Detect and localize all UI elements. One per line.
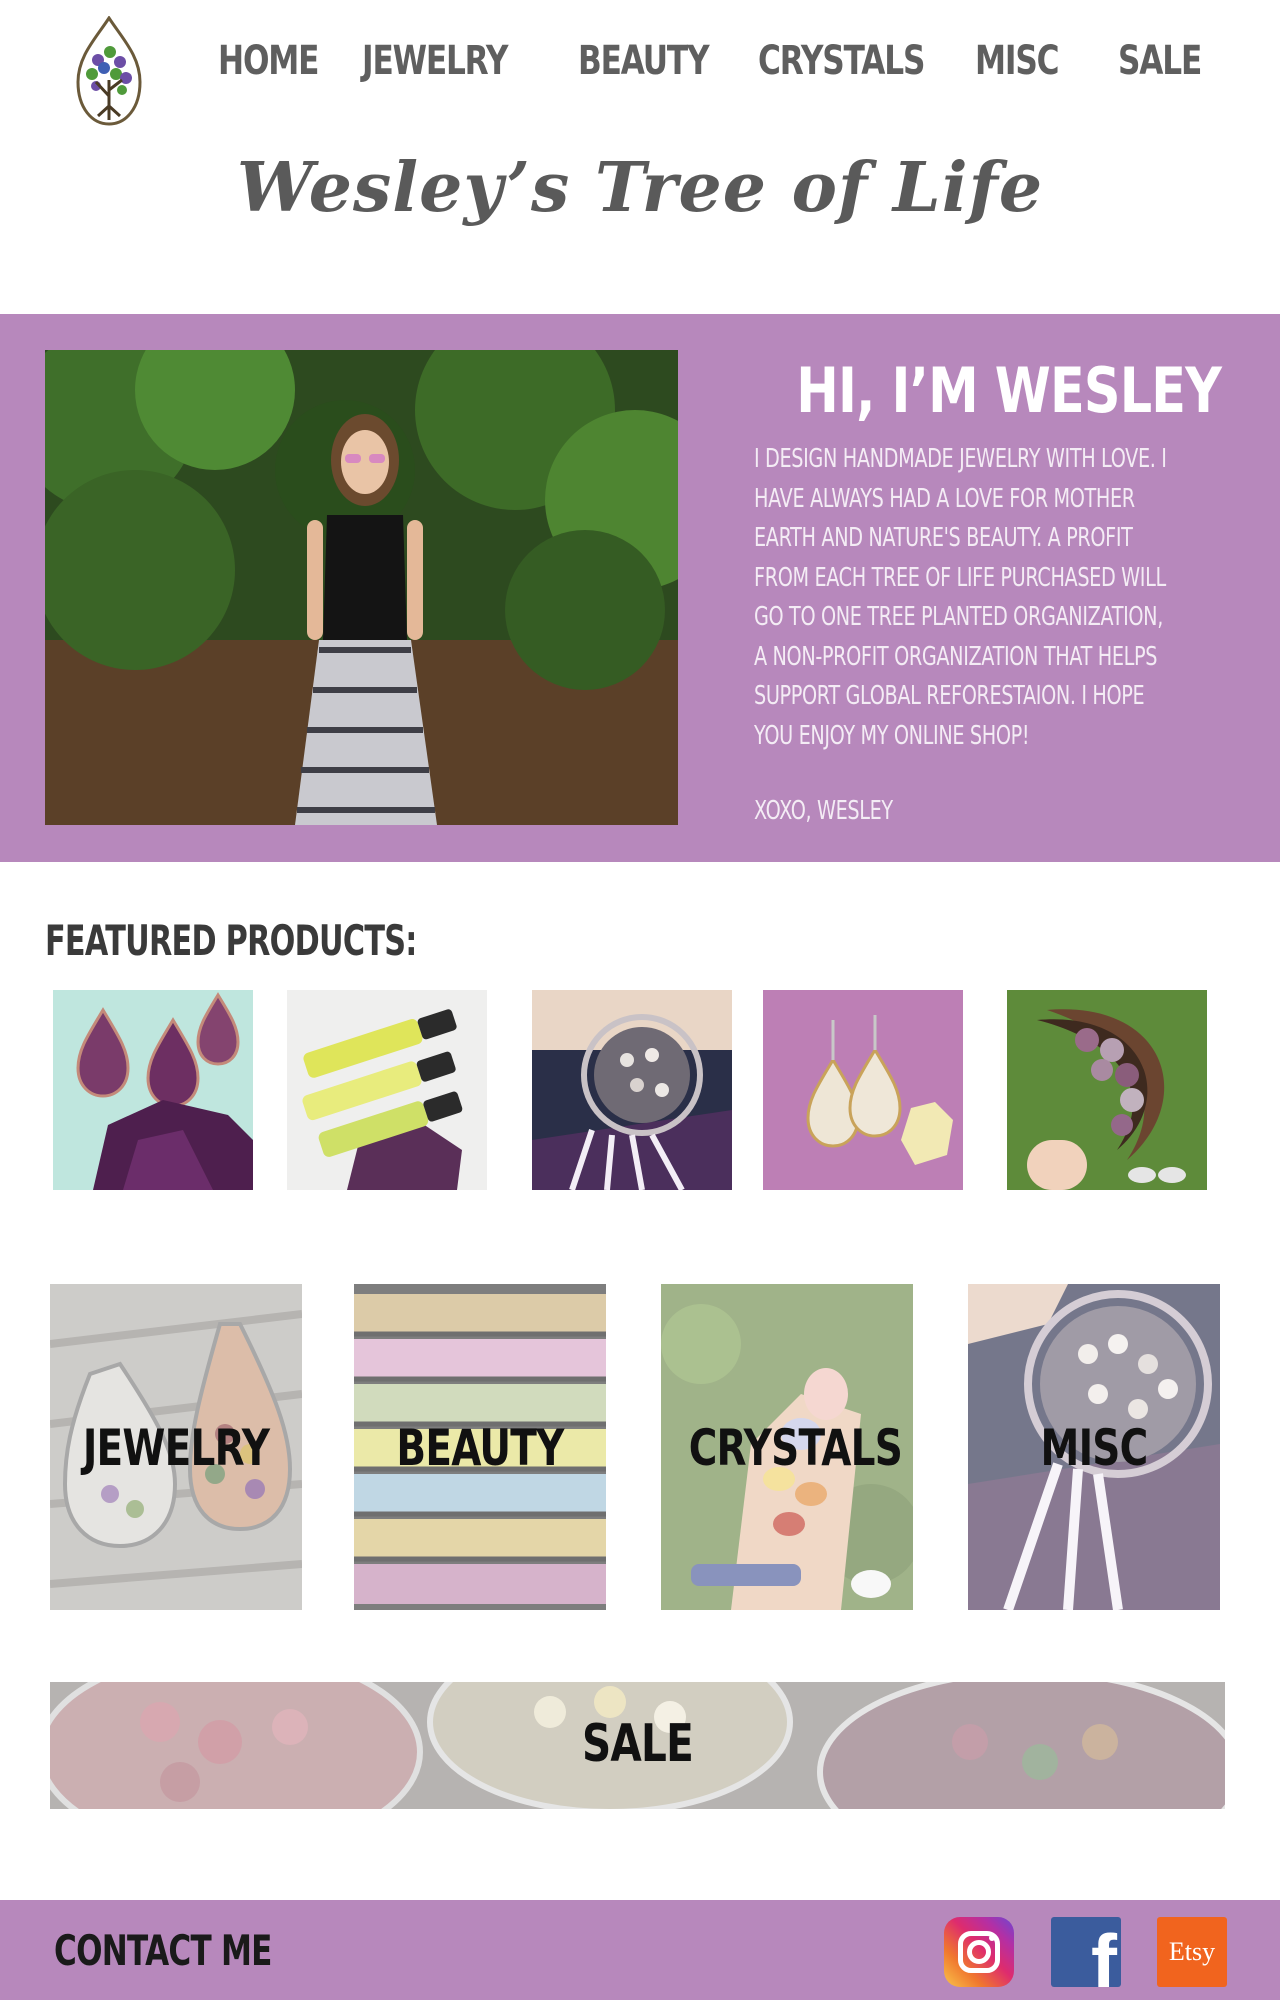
sale-label: SALE	[581, 1714, 694, 1774]
main-nav: HOME JEWELRY BEAUTY CRYSTALS MISC SALE	[0, 36, 1280, 86]
featured-product-3[interactable]	[532, 990, 732, 1190]
category-beauty[interactable]: BEAUTY	[354, 1284, 606, 1610]
category-jewelry[interactable]: JEWELRY	[50, 1284, 302, 1610]
nav-sale[interactable]: SALE	[1118, 36, 1202, 86]
nav-jewelry[interactable]: JEWELRY	[362, 36, 508, 86]
nav-home[interactable]: HOME	[218, 36, 319, 86]
featured-product-2[interactable]	[287, 990, 487, 1190]
instagram-dot	[989, 1935, 995, 1941]
nav-misc[interactable]: MISC	[975, 36, 1060, 86]
hero-signoff: xoxo, Wesley	[754, 796, 893, 826]
facebook-icon[interactable]: f	[1051, 1917, 1121, 1987]
etsy-glyph: Etsy	[1168, 1937, 1216, 1966]
hero-body: I design handmade jewelry with love. I h…	[754, 444, 1167, 751]
category-crystals[interactable]: CRYSTALS	[661, 1284, 913, 1610]
category-label-jewelry: JEWELRY	[82, 1419, 270, 1477]
etsy-icon[interactable]: Etsy	[1157, 1917, 1227, 1987]
contact-me-link[interactable]: CONTACT ME	[54, 1926, 272, 1975]
featured-product-5[interactable]	[1007, 990, 1207, 1190]
site-title: Wesley’s Tree of Life	[236, 148, 1044, 228]
footer: CONTACT ME f Etsy	[0, 1900, 1280, 2000]
category-label-misc: MISC	[1040, 1419, 1149, 1477]
featured-product-1[interactable]	[53, 990, 253, 1190]
facebook-glyph: f	[1091, 1918, 1117, 1987]
hero-heading: HI, I’M WESLEY	[796, 354, 1222, 427]
instagram-icon[interactable]	[944, 1917, 1014, 1987]
category-label-crystals: CRYSTALS	[688, 1419, 903, 1477]
featured-product-4[interactable]	[763, 990, 963, 1190]
nav-crystals[interactable]: CRYSTALS	[758, 36, 925, 86]
nav-beauty[interactable]: BEAUTY	[578, 36, 710, 86]
featured-title: FEATURED PRODUCTS:	[45, 916, 417, 965]
category-label-beauty: BEAUTY	[396, 1419, 564, 1477]
sale-banner[interactable]: SALE	[50, 1682, 1225, 1809]
wesley-photo	[45, 350, 678, 825]
category-misc[interactable]: MISC	[968, 1284, 1220, 1610]
about-section: HI, I’M WESLEY I design handmade jewelry…	[0, 314, 1280, 862]
instagram-lens	[967, 1940, 991, 1964]
